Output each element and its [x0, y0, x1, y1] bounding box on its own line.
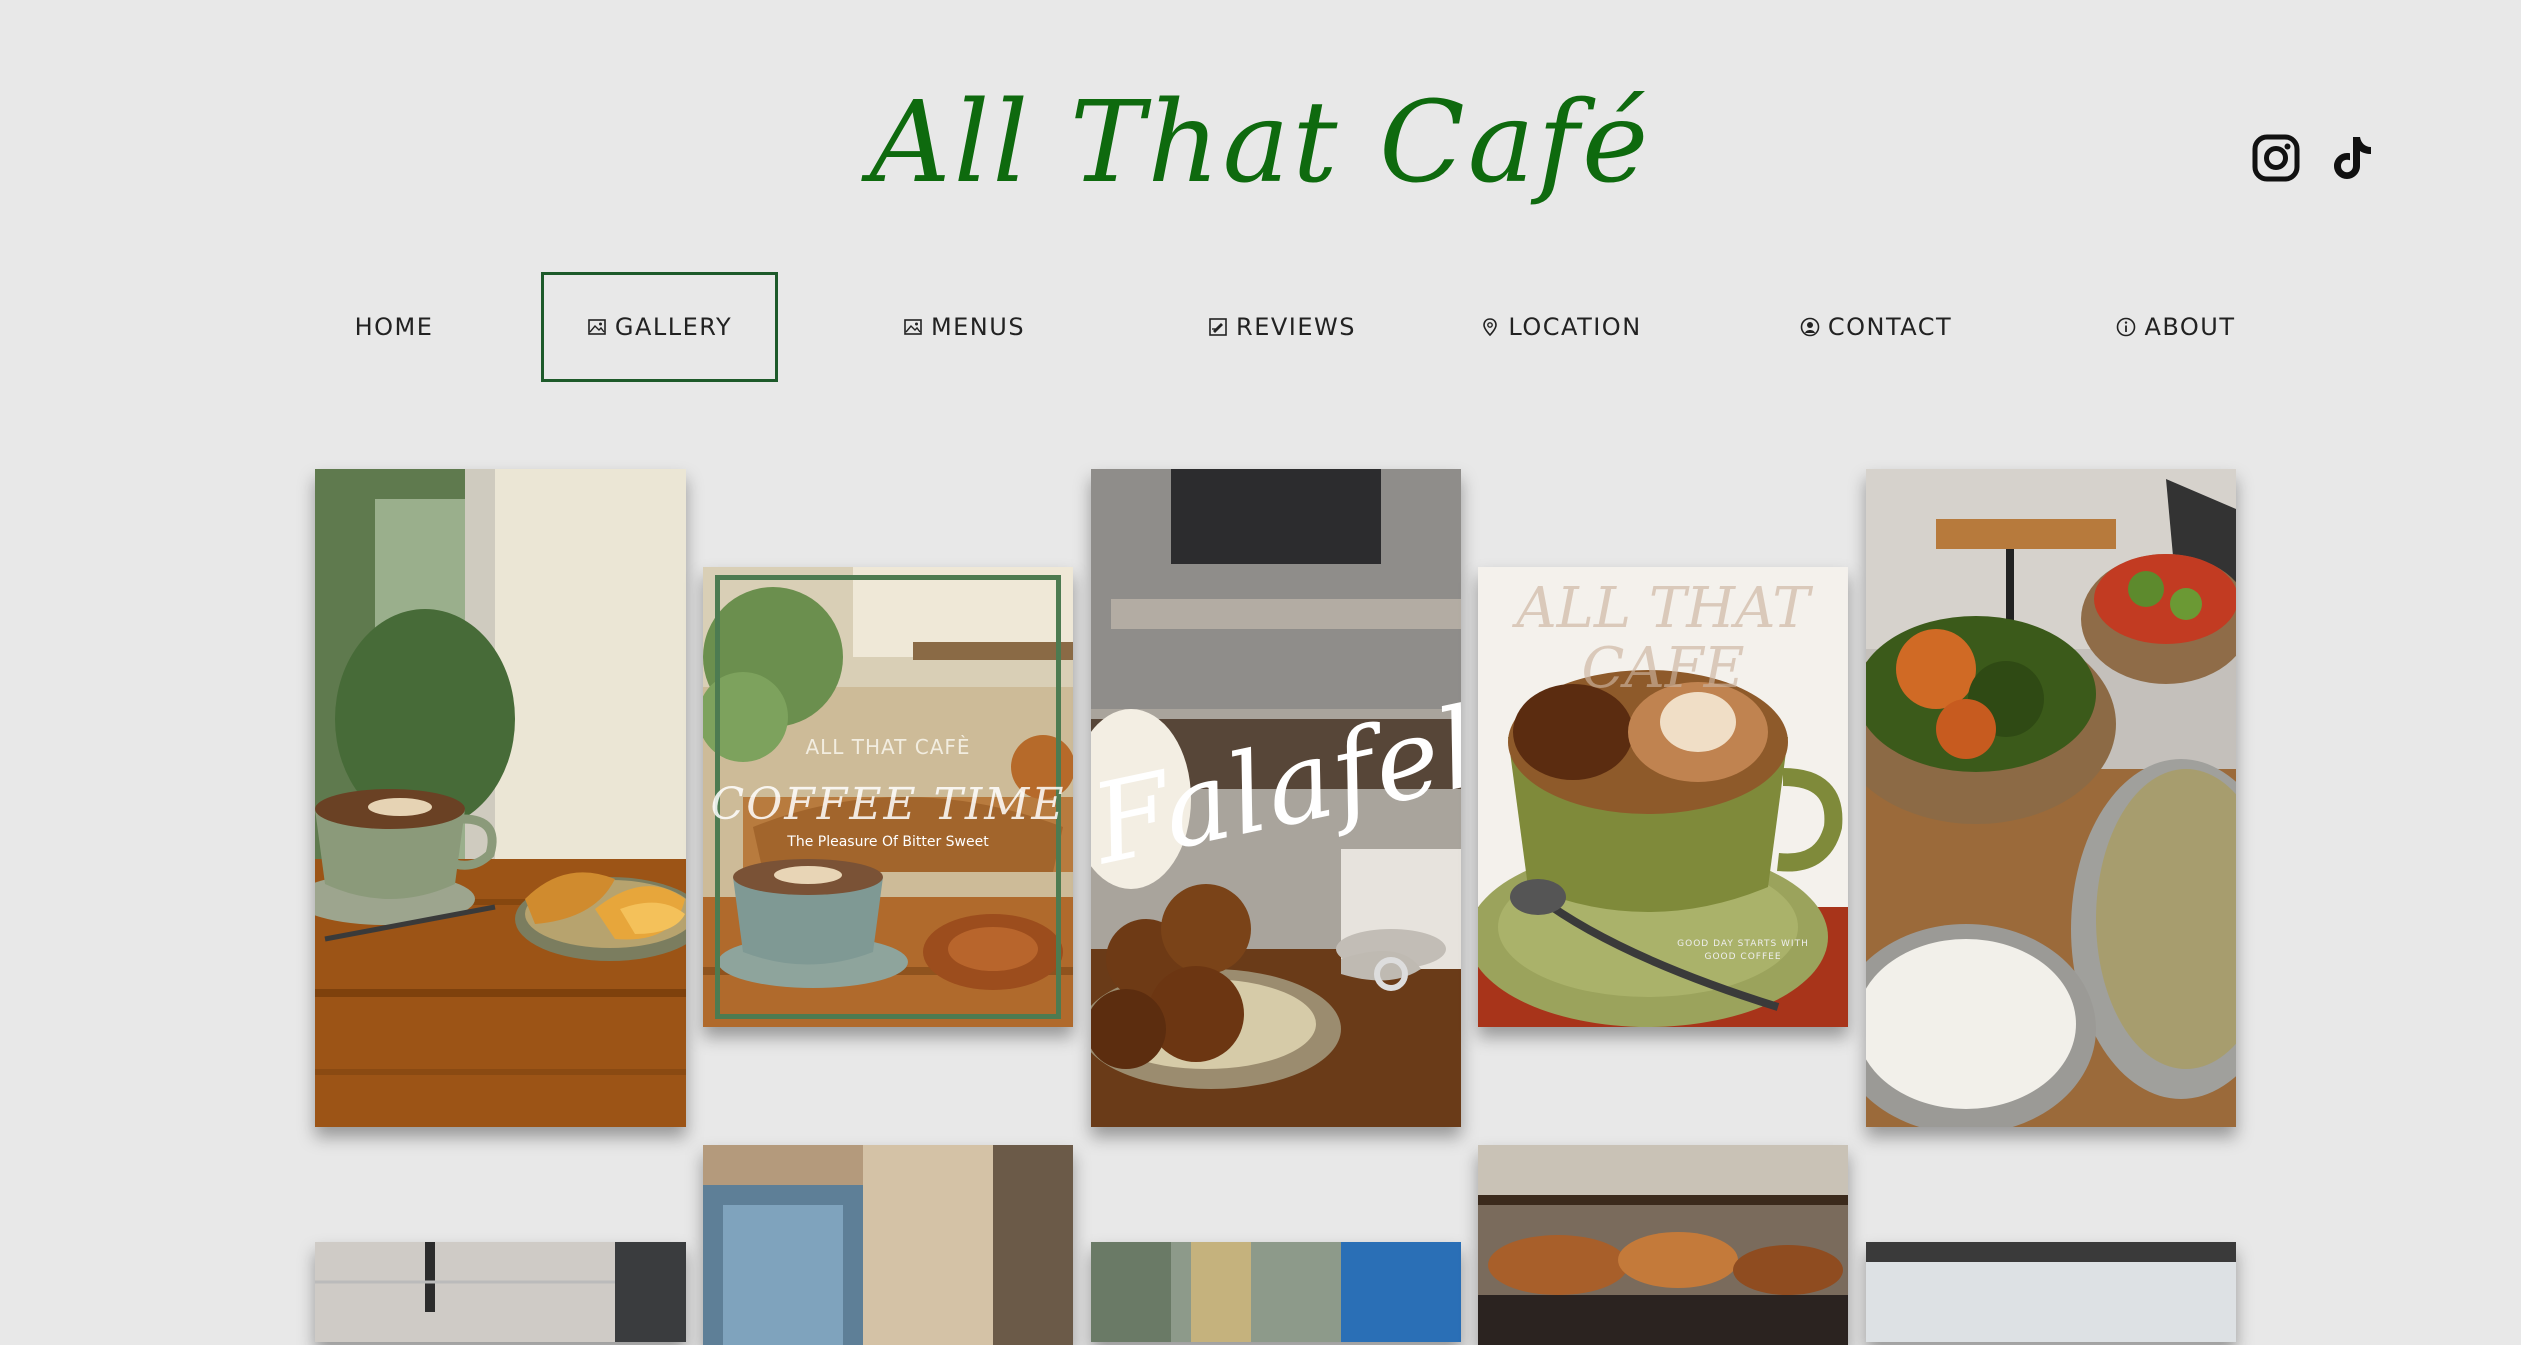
- photo-row2-1[interactable]: [315, 1242, 686, 1342]
- photo-row2-3[interactable]: [1091, 1242, 1461, 1342]
- photo-salads[interactable]: [1866, 469, 2236, 1127]
- poster-tagline-text: The Pleasure Of Bitter Sweet: [787, 834, 989, 850]
- latte-caption-line1: GOOD DAY STARTS WITH: [1677, 939, 1809, 949]
- photo-row2-2[interactable]: [703, 1145, 1073, 1345]
- photo-row2-4[interactable]: [1478, 1145, 1848, 1345]
- poster-headline-text: COFFEE TIME: [710, 779, 1066, 830]
- poster-brand-text: ALL THAT CAFÈ: [805, 735, 971, 759]
- photo-latte-mocha[interactable]: ALL THAT CAFE GOOD DAY STARTS WITH GOOD …: [1478, 567, 1848, 1027]
- photo-coffee-time-poster[interactable]: ALL THAT CAFÈ COFFEE TIME The Pleasure O…: [703, 567, 1073, 1027]
- photo-gallery: ALL THAT CAFÈ COFFEE TIME The Pleasure O…: [0, 0, 2521, 1345]
- latte-caption-line2: GOOD COFFEE: [1704, 952, 1782, 962]
- photo-falafel[interactable]: Falafel: [1091, 469, 1461, 1127]
- latte-overlay-text: ALL THAT CAFE: [1516, 576, 1810, 701]
- photo-row2-5[interactable]: [1866, 1242, 2236, 1342]
- photo-latte-croissants[interactable]: [315, 469, 686, 1127]
